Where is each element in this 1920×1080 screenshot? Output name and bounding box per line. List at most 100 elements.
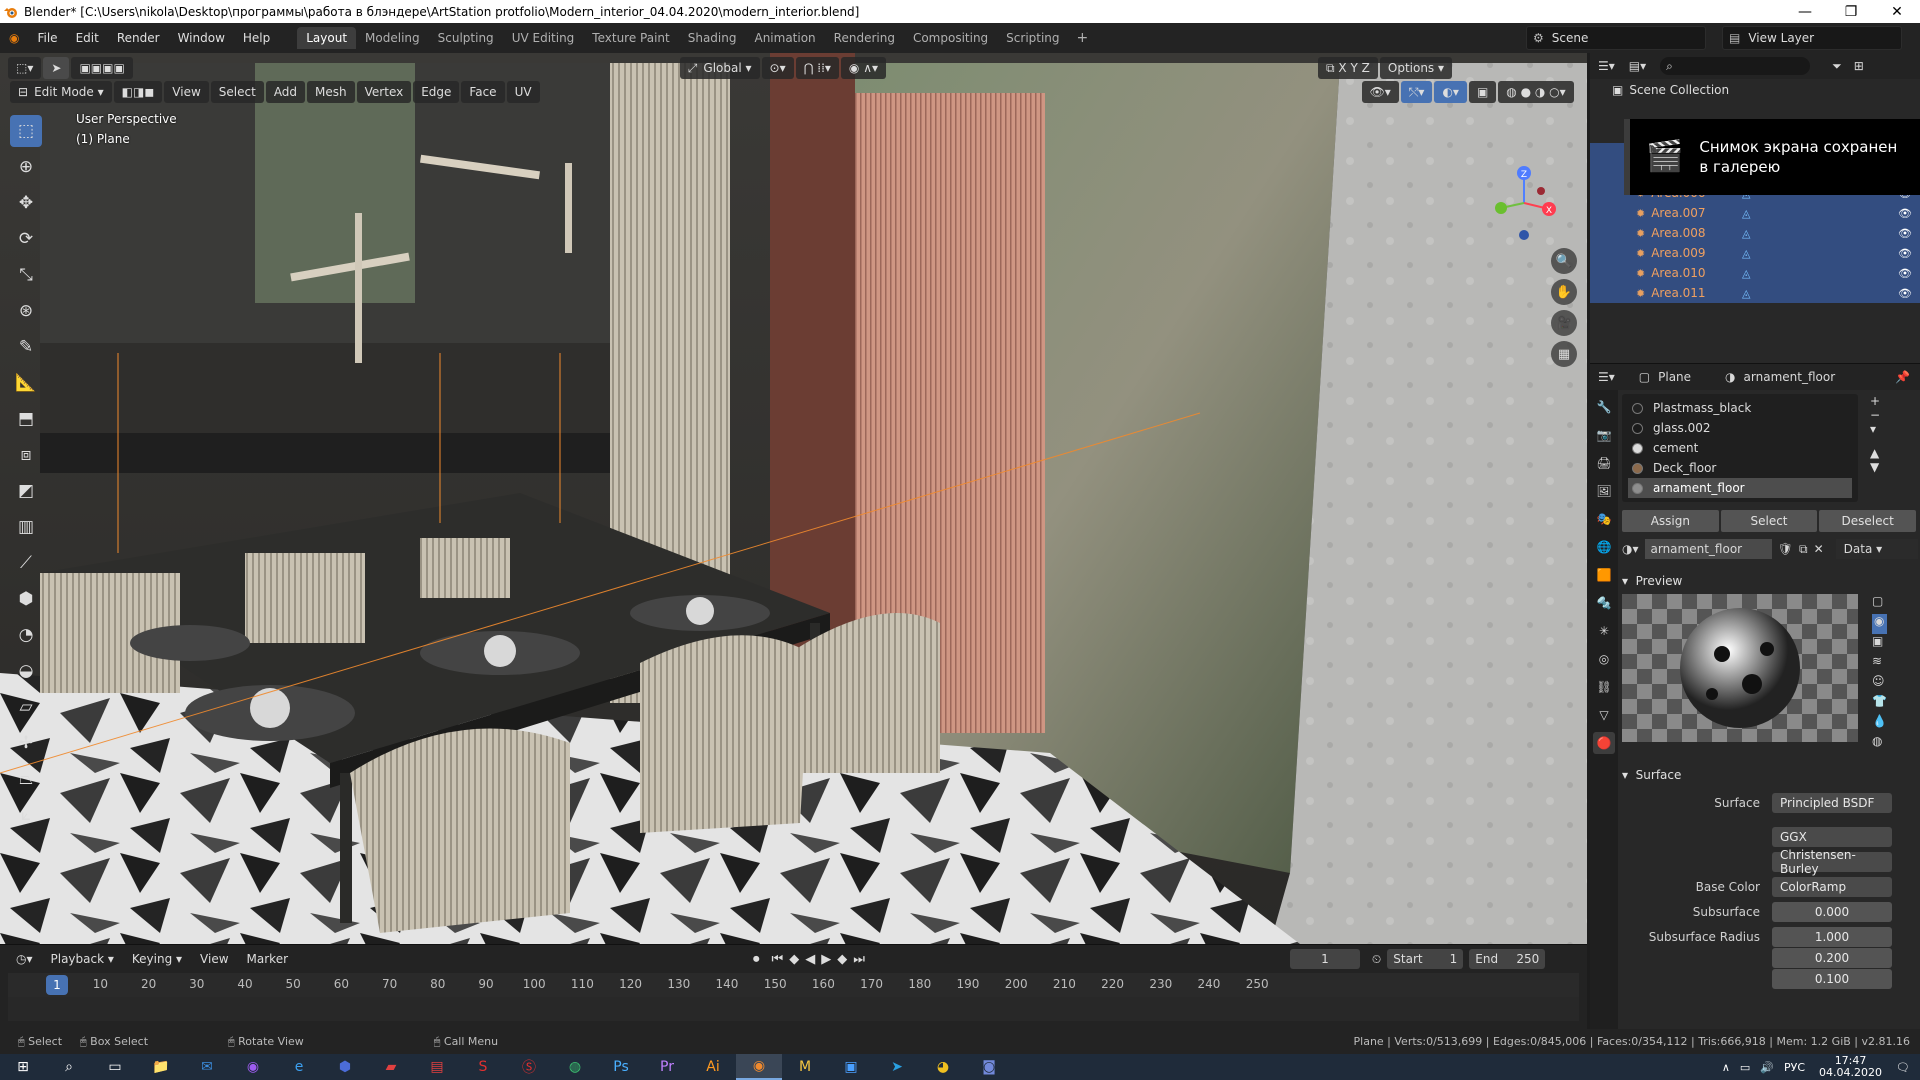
preview-section-header[interactable]: ▾ Preview	[1622, 568, 1918, 594]
app-s-red-icon[interactable]: S	[460, 1054, 506, 1080]
outliner-row[interactable]: ✹ Area.009 ◬ 👁	[1590, 243, 1920, 263]
overlay-toggle[interactable]: ◐▾	[1434, 81, 1467, 103]
menu-window[interactable]: Window	[169, 23, 234, 53]
shear-tool-icon[interactable]: ⏢	[10, 763, 42, 795]
camera-view-icon[interactable]: 🎥	[1551, 310, 1577, 336]
app-m-icon[interactable]: M	[782, 1054, 828, 1080]
keyboard-language[interactable]: РУС	[1784, 1061, 1805, 1074]
preview-world-icon[interactable]: ◍	[1872, 734, 1887, 754]
measure-tool-icon[interactable]: 📐	[10, 367, 42, 399]
tool-tab-icon[interactable]: 🔧	[1593, 396, 1615, 418]
app-green-globe-icon[interactable]: ◍	[552, 1054, 598, 1080]
material-browse-icon[interactable]: ◑▾	[1622, 542, 1639, 556]
base-color-field[interactable]: ColorRamp	[1772, 877, 1892, 897]
particles-tab-icon[interactable]: ✳	[1593, 620, 1615, 642]
move-slot-down-icon[interactable]: ▼	[1870, 460, 1880, 474]
preview-range-icon[interactable]: ⏲	[1372, 952, 1381, 967]
axis-x[interactable]: X	[1338, 61, 1346, 75]
tab-sculpting[interactable]: Sculpting	[429, 27, 503, 49]
axis-y[interactable]: Y	[1350, 61, 1357, 75]
current-frame-field[interactable]: 1	[1289, 949, 1360, 969]
zoom-icon[interactable]: 🔍	[1551, 248, 1577, 274]
transform-orientation-dropdown[interactable]: ⤢ Global ▾	[679, 57, 760, 79]
visibility-eye-icon[interactable]: 👁	[1898, 267, 1912, 280]
fake-user-icon[interactable]: 🛡	[1778, 542, 1793, 556]
menu-mesh[interactable]: Mesh	[307, 81, 355, 103]
menu-face[interactable]: Face	[461, 81, 505, 103]
smooth-tool-icon[interactable]: ◒	[10, 655, 42, 687]
outliner-search-input[interactable]: ⌕	[1660, 57, 1811, 75]
outliner-editor-icon[interactable]: ☰▾	[1598, 59, 1615, 73]
extrude-tool-icon[interactable]: ⬒	[10, 403, 42, 435]
mirror-axes[interactable]: ⧉ X Y Z	[1318, 57, 1378, 79]
start-frame-field[interactable]: Start 1	[1387, 949, 1464, 969]
scene-selector[interactable]: ⚙ Scene	[1526, 26, 1706, 50]
mode-dropdown[interactable]: ⊟ Edit Mode ▾	[10, 81, 112, 103]
menu-help[interactable]: Help	[234, 23, 279, 53]
preview-cube-icon[interactable]: ▣	[1872, 634, 1887, 654]
object-tab-icon[interactable]: 🟧	[1593, 564, 1615, 586]
properties-editor[interactable]: ☰▾ ▢ Plane ◑ arnament_floor 📌 🔧 📷 🖨 🖼 🎭 …	[1590, 363, 1920, 1029]
preview-monkey-icon[interactable]: ☺	[1872, 674, 1887, 694]
menu-file[interactable]: File	[28, 23, 66, 53]
visibility-eye-icon[interactable]: 👁	[1898, 227, 1912, 240]
jump-start-icon[interactable]: ⏮	[772, 952, 784, 967]
notifications-icon[interactable]: 🗨	[1896, 1061, 1910, 1074]
blender-taskbar-icon[interactable]: ◉	[736, 1054, 782, 1080]
unlink-material-icon[interactable]: ✕	[1814, 542, 1824, 556]
tab-compositing[interactable]: Compositing	[904, 27, 997, 49]
outliner-row[interactable]: ✹ Area.008 ◬ 👁	[1590, 223, 1920, 243]
visibility-eye-icon[interactable]: 👁	[1898, 247, 1912, 260]
prev-keyframe-icon[interactable]: ◆	[789, 952, 799, 967]
edge-slide-tool-icon[interactable]: ▱	[10, 691, 42, 723]
physics-tab-icon[interactable]: ◎	[1593, 648, 1615, 670]
data-tab-icon[interactable]: ▽	[1593, 704, 1615, 726]
move-tool-icon[interactable]: ✥	[10, 187, 42, 219]
subsurface-value-field[interactable]: 0.000	[1772, 902, 1892, 922]
menu-edge[interactable]: Edge	[413, 81, 460, 103]
shrink-fatten-tool-icon[interactable]: ✢	[10, 727, 42, 759]
app-s-circle-icon[interactable]: Ⓢ	[506, 1054, 552, 1080]
preview-fluid-icon[interactable]: 💧	[1872, 714, 1887, 734]
volume-icon[interactable]: 🔊	[1760, 1061, 1774, 1074]
tab-uv-editing[interactable]: UV Editing	[503, 27, 584, 49]
display-mode-icon[interactable]: ▤▾	[1629, 59, 1646, 73]
play-reverse-icon[interactable]: ◀	[805, 952, 815, 967]
constraints-tab-icon[interactable]: ⛓	[1593, 676, 1615, 698]
perspective-grid-icon[interactable]: ▦	[1551, 341, 1577, 367]
current-frame-indicator[interactable]: 1	[46, 975, 68, 995]
tab-shading[interactable]: Shading	[679, 27, 746, 49]
tab-layout[interactable]: Layout	[297, 27, 357, 49]
subsurface-radius-x[interactable]: 1.000	[1772, 927, 1892, 947]
illustrator-icon[interactable]: Ai	[690, 1054, 736, 1080]
new-collection-icon[interactable]: ⊞	[1854, 59, 1864, 73]
menu-timeline-view[interactable]: View	[192, 948, 236, 970]
render-tab-icon[interactable]: 📷	[1593, 424, 1615, 446]
xray-toggle[interactable]: ▣	[1468, 81, 1497, 103]
options-dropdown[interactable]: Options ▾	[1379, 57, 1453, 79]
keyframe-track[interactable]	[8, 997, 1579, 1021]
filter-icon[interactable]: ⏷	[1832, 59, 1842, 74]
preview-flat-icon[interactable]: ▢	[1872, 594, 1887, 614]
add-slot-icon[interactable]: +	[1870, 394, 1880, 408]
minimize-button[interactable]: —	[1782, 0, 1828, 23]
acrobat-icon[interactable]: ▤	[414, 1054, 460, 1080]
record-icon[interactable]: ⏺	[753, 952, 760, 967]
clock[interactable]: 17:47 04.04.2020	[1819, 1055, 1882, 1079]
close-button[interactable]: ✕	[1874, 0, 1920, 23]
selection-mode-group[interactable]: ▣▣▣▣	[71, 57, 133, 79]
scene-tab-icon[interactable]: 🎭	[1593, 508, 1615, 530]
select-box-tool-icon[interactable]: ⬚	[10, 115, 42, 147]
pan-hand-icon[interactable]: ✋	[1551, 279, 1577, 305]
material-slot[interactable]: cement	[1628, 438, 1852, 458]
loop-cut-tool-icon[interactable]: ▥	[10, 511, 42, 543]
blender-menu-icon[interactable]: ◉	[0, 23, 28, 53]
next-keyframe-icon[interactable]: ◆	[837, 952, 847, 967]
photoshop-icon[interactable]: Ps	[598, 1054, 644, 1080]
scene-collection-row[interactable]: ▣ Scene Collection	[1590, 79, 1920, 101]
timeline-editor[interactable]: ◷▾ Playback ▾ Keying ▾ View Marker ⏺ ⏮ ◆…	[0, 944, 1587, 1029]
cursor-tool-icon[interactable]: ⊕	[10, 151, 42, 183]
menu-marker[interactable]: Marker	[239, 948, 296, 970]
transform-tool-icon[interactable]: ⊛	[10, 295, 42, 327]
media-player-icon[interactable]: ◉	[230, 1054, 276, 1080]
